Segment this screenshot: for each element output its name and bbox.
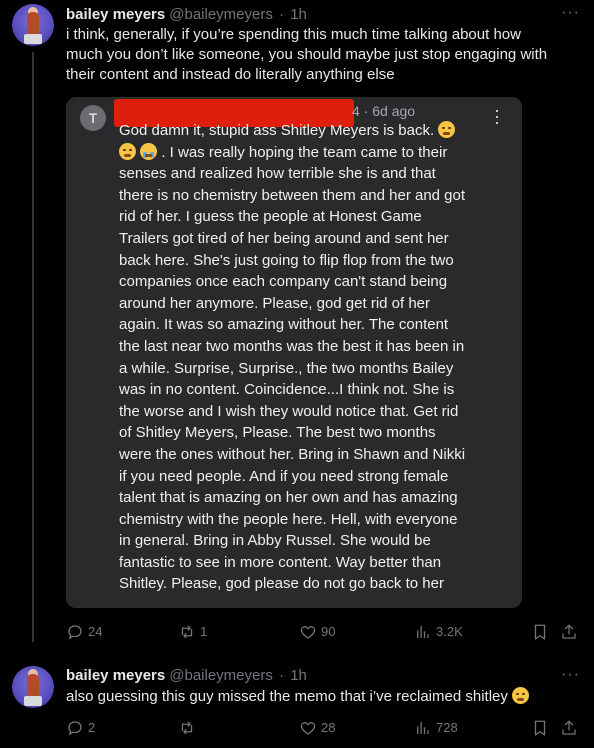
- repost-icon: [181, 625, 193, 639]
- comment-line: senses and realized how terrible she is …: [119, 165, 436, 183]
- tweet-text-line: much you don’t like someone, you should …: [66, 46, 548, 63]
- comment-line: talent that is amazing on her own and ha…: [119, 489, 458, 507]
- author-name[interactable]: bailey meyers: [66, 6, 165, 23]
- author-avatar[interactable]: [12, 4, 54, 46]
- comment-text: God damn it, stupid ass Shitley Meyers i…: [119, 120, 504, 595]
- weary-face-emoji: [119, 142, 136, 160]
- comment-line: the worse and I wish they would notice t…: [119, 402, 459, 420]
- timestamp[interactable]: 1h: [290, 667, 307, 684]
- views-count: 3.2K: [436, 624, 463, 639]
- comment-line: if you need people. And if you need stro…: [119, 467, 449, 485]
- share-button[interactable]: [560, 622, 578, 642]
- comment-line: rid of her. I guess the people at Honest…: [119, 208, 422, 226]
- tweet-text-line: also guessing this guy missed the memo t…: [66, 688, 508, 705]
- bookmark-icon: [534, 624, 546, 640]
- like-count: 28: [321, 720, 336, 735]
- comment-line: God damn it, stupid ass Shitley Meyers i…: [119, 122, 435, 139]
- repost-button[interactable]: [178, 718, 200, 738]
- comment-line: were the ones without her. Bring in Shaw…: [119, 445, 466, 463]
- timestamp[interactable]: 1h: [290, 6, 307, 23]
- steam-from-nose-emoji: [438, 121, 456, 138]
- commenter-avatar: T: [80, 105, 106, 131]
- reply-count: 2: [88, 720, 96, 735]
- comment-line: Shitley. Please, god please do not go ba…: [119, 575, 444, 593]
- author-handle[interactable]: @baileymeyers: [169, 6, 273, 23]
- tweet-2[interactable]: bailey meyers @baileymeyers · 1h ··· also…: [0, 654, 594, 748]
- comment-line: . I was really hoping the team came to t…: [157, 143, 448, 161]
- like-count: 90: [321, 624, 336, 639]
- reply-button[interactable]: 24: [66, 622, 102, 642]
- author-handle[interactable]: @baileymeyers: [169, 667, 273, 684]
- like-button[interactable]: 28: [299, 718, 335, 738]
- tweet-text-line: i think, generally, if you’re spending t…: [66, 26, 521, 43]
- bookmark-icon: [534, 720, 546, 736]
- tweet-actions: 24 1 90 3.2K: [66, 622, 580, 642]
- tweet-header: bailey meyers @baileymeyers · 1h: [66, 666, 307, 686]
- quoted-comment-image[interactable]: T 4 · 6d ago · · · God damn it, stupid ass…: [66, 97, 522, 608]
- author-avatar[interactable]: [12, 666, 54, 708]
- reply-icon: [68, 625, 82, 640]
- loudly-crying-face-emoji: [140, 142, 158, 160]
- tweet-1[interactable]: bailey meyers @baileymeyers · 1h ··· i th…: [0, 0, 594, 654]
- author-name[interactable]: bailey meyers: [66, 667, 165, 684]
- comment-line: was in no content. Coincidence...I think…: [119, 381, 455, 399]
- reply-button[interactable]: 2: [66, 718, 95, 738]
- views-icon: [417, 722, 429, 734]
- comment-line: of Shitley Meyers, Please. The best two …: [119, 424, 436, 442]
- bookmark-button[interactable]: [531, 622, 549, 642]
- separator: ·: [279, 6, 285, 23]
- tweet-text-line: their content and instead do literally a…: [66, 66, 395, 83]
- views-button[interactable]: 728: [414, 718, 458, 738]
- more-horizontal-icon[interactable]: ···: [561, 5, 580, 21]
- comment-line: again. It was so amazing without her. Th…: [119, 316, 449, 334]
- comment-line: the last near two months was the best it…: [119, 337, 465, 355]
- views-count: 728: [436, 720, 458, 735]
- comment-meta: 4 · 6d ago: [352, 103, 416, 119]
- repost-button[interactable]: 1: [178, 622, 207, 642]
- comment-line: there is no chemistry between them and h…: [119, 186, 466, 204]
- comment-line: chemistry with the people here. Hell, wi…: [119, 510, 458, 528]
- share-icon: [562, 624, 576, 639]
- share-button[interactable]: [560, 718, 578, 738]
- heart-icon: [300, 626, 316, 639]
- views-icon: [417, 626, 429, 638]
- reply-icon: [68, 721, 82, 736]
- tweet-text: i think, generally, if you’re spending t…: [66, 25, 576, 85]
- comment-line: Trailers got tired of her being around a…: [119, 229, 449, 247]
- reply-count: 24: [88, 624, 103, 639]
- comment-line: companies once each company can't stand …: [119, 273, 448, 291]
- comment-line: fantastic to see in more content. Way be…: [119, 553, 442, 571]
- repost-count: 1: [200, 624, 208, 639]
- bookmark-button[interactable]: [531, 718, 549, 738]
- comment-line: around her anymore. Please, god get rid …: [119, 294, 431, 312]
- comment-line: in general. Bring in Abby Russel. She wo…: [119, 532, 431, 550]
- repost-icon: [181, 721, 193, 735]
- share-icon: [562, 720, 576, 735]
- views-button[interactable]: 3.2K: [414, 622, 463, 642]
- tweet-text: also guessing this guy missed the memo t…: [66, 687, 576, 707]
- comment-line: a while. Surprise, Surprise., the two mo…: [119, 359, 454, 377]
- relieved-face-emoji: [512, 687, 530, 704]
- heart-icon: [300, 722, 316, 735]
- tweet-actions: 2 28 728: [66, 718, 580, 738]
- separator: ·: [279, 667, 285, 684]
- tweet-header: bailey meyers @baileymeyers · 1h: [66, 5, 307, 25]
- thread-line: [32, 52, 34, 642]
- more-horizontal-icon[interactable]: ···: [561, 667, 580, 683]
- like-button[interactable]: 90: [299, 622, 335, 642]
- comment-line: back here. She's just going to flip flop…: [119, 251, 454, 269]
